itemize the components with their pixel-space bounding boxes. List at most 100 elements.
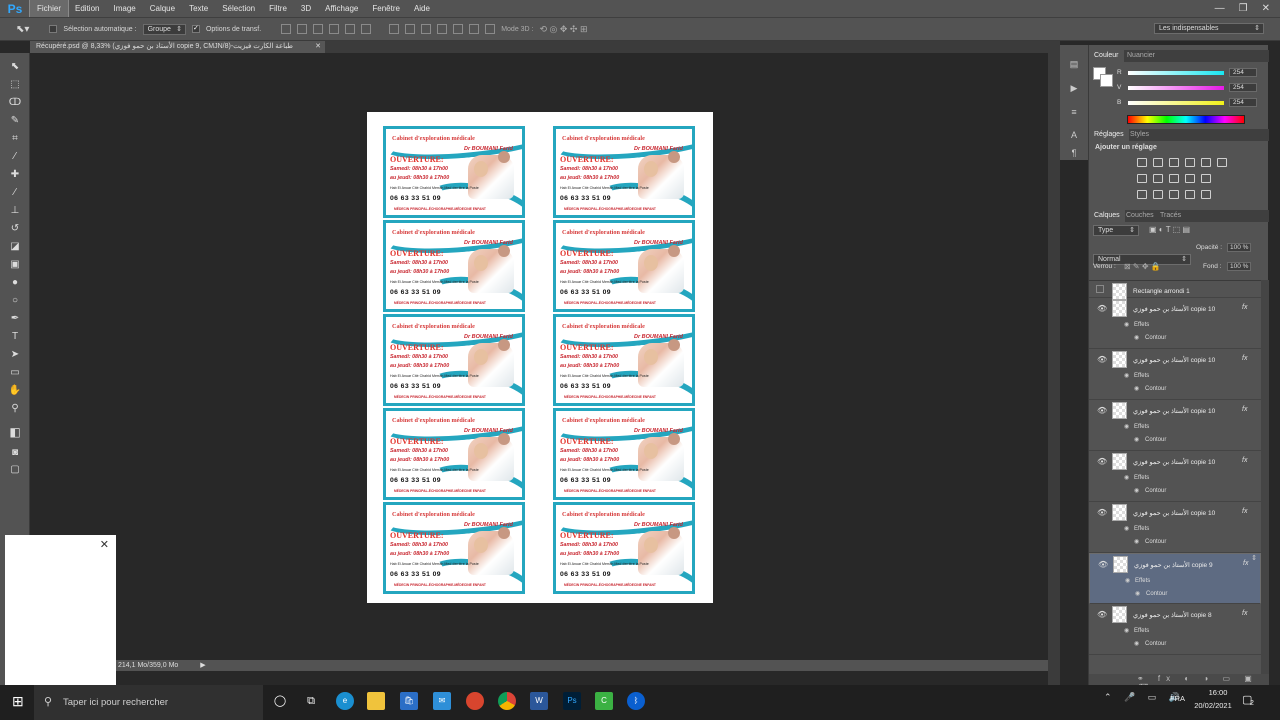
file-explorer-icon[interactable] <box>367 692 385 710</box>
quick-mask-icon[interactable]: ◙ <box>8 446 22 460</box>
canvas-scrollbar[interactable] <box>1048 53 1060 685</box>
tab-color[interactable]: Couleur <box>1089 50 1124 62</box>
quick-select-tool-icon[interactable]: ✎ <box>8 114 22 128</box>
eye-icon[interactable]: 👁 <box>1097 610 1107 619</box>
distribute-middle-icon[interactable] <box>405 24 416 34</box>
blur-tool-icon[interactable]: ● <box>8 276 22 290</box>
opacity-input[interactable]: 100 % <box>1227 243 1251 252</box>
tab-channels[interactable]: Couches <box>1121 210 1159 222</box>
eraser-tool-icon[interactable]: ◪ <box>8 240 22 254</box>
menu-item-0[interactable]: Fichier <box>28 0 70 18</box>
language-indicator[interactable]: FRA <box>1170 694 1185 703</box>
align-right-icon[interactable] <box>361 24 372 34</box>
vibrance-adjustment-icon[interactable] <box>1201 158 1211 167</box>
layer-filter-dropdown[interactable]: Type <box>1093 225 1139 236</box>
layer-row[interactable]: 👁 الأستاذ بن حمو فوزي copie 10 fx ◉ Effets ◉ C… <box>1089 502 1261 553</box>
fx-icon[interactable]: fx <box>1242 508 1247 515</box>
menu-item-5[interactable]: Sélection <box>215 0 262 17</box>
posterize-adjustment-icon[interactable] <box>1153 190 1163 199</box>
lasso-tool-icon[interactable]: ↀ <box>8 96 22 110</box>
effects-eye-icon[interactable]: ◉ <box>1124 372 1129 379</box>
healing-tool-icon[interactable]: ✚ <box>8 168 22 182</box>
crop-tool-icon[interactable]: ⌗ <box>8 132 22 146</box>
bluetooth-icon[interactable]: ᛒ <box>627 692 645 710</box>
stroke-eye-icon[interactable]: ◉ <box>1134 385 1139 392</box>
clock-time[interactable]: 16:00 <box>1203 688 1233 697</box>
tab-adjustments[interactable]: Réglages <box>1089 129 1129 141</box>
actions-icon[interactable]: ▶ <box>1068 83 1080 95</box>
popup-close-icon[interactable]: ✕ <box>100 538 109 551</box>
layer-row[interactable]: 👁 الأستاذ بن حمو فوزي copie 10 fx ◉ Effets ◉ C… <box>1089 298 1261 349</box>
eye-icon[interactable]: 👁 <box>1097 457 1107 466</box>
layer-row[interactable]: 👁 الأستاذ بن حمو فوزي copie 10 fx ◉ Effets ◉ C… <box>1089 349 1261 400</box>
stroke-eye-icon[interactable]: ◉ <box>1134 436 1139 443</box>
invert-adjustment-icon[interactable] <box>1137 190 1147 199</box>
channel-value[interactable]: 254 <box>1229 98 1257 107</box>
edge-browser-icon[interactable]: e <box>336 692 354 710</box>
close-button[interactable]: ✕ <box>1262 3 1270 14</box>
effects-eye-icon[interactable]: ◉ <box>1124 423 1129 430</box>
history-icon[interactable]: ▤ <box>1068 59 1080 71</box>
menu-item-1[interactable]: Edition <box>68 0 106 17</box>
rotate-3d-icon[interactable]: ⟲ ◎ ✥ ✣ ⊞ <box>540 24 588 35</box>
minimize-button[interactable]: — <box>1215 3 1225 14</box>
effects-eye-icon[interactable]: ◉ <box>1125 577 1130 584</box>
auto-select-checkbox[interactable] <box>49 25 58 33</box>
document-tab[interactable]: Récupéré.psd @ 8,33% (الأستاذ بن حمو فوز… <box>30 41 325 53</box>
transform-checkbox[interactable]: ✓ <box>191 25 200 33</box>
move-tool-icon[interactable]: ⬉ <box>8 60 22 74</box>
distribute-bottom-icon[interactable] <box>421 24 432 34</box>
distribute-left-icon[interactable] <box>437 24 448 34</box>
chrome-icon[interactable] <box>498 692 516 710</box>
maximize-button[interactable]: ❐ <box>1239 3 1248 14</box>
properties-icon[interactable]: ≡ <box>1068 107 1080 119</box>
fx-icon[interactable]: fx <box>1242 406 1247 413</box>
color-swatches-icon[interactable]: ◧ <box>8 425 22 439</box>
photoshop-icon[interactable]: Ps <box>563 692 581 710</box>
channel-mixer-adjustment-icon[interactable] <box>1185 174 1195 183</box>
gradient-tool-icon[interactable]: ▣ <box>8 258 22 272</box>
align-left-icon[interactable] <box>329 24 340 34</box>
menu-item-6[interactable]: Filtre <box>262 0 294 17</box>
marquee-tool-icon[interactable]: ⬚ <box>8 78 22 92</box>
align-bottom-icon[interactable] <box>313 24 324 34</box>
background-color-swatch[interactable] <box>1100 74 1113 87</box>
menu-item-3[interactable]: Calque <box>143 0 182 17</box>
stamp-tool-icon[interactable]: ⊥ <box>8 204 22 218</box>
menu-item-2[interactable]: Image <box>106 0 142 17</box>
effects-eye-icon[interactable]: ◉ <box>1124 627 1129 634</box>
tab-layers[interactable]: Calques <box>1089 210 1125 222</box>
distribute-center-icon[interactable] <box>453 24 464 34</box>
widgets-icon[interactable]: ⧉ <box>302 692 320 710</box>
channel-value[interactable]: 254 <box>1229 83 1257 92</box>
auto-align-icon[interactable] <box>485 24 496 34</box>
stroke-eye-icon[interactable]: ◉ <box>1135 590 1140 597</box>
channel-slider[interactable] <box>1128 86 1224 90</box>
eye-icon[interactable]: 👁 <box>1097 304 1107 313</box>
type-tool-icon[interactable]: T <box>8 330 22 344</box>
workspace-dropdown[interactable]: Les indispensables <box>1154 23 1264 34</box>
stroke-eye-icon[interactable]: ◉ <box>1134 538 1139 545</box>
gradient-map-adjustment-icon[interactable] <box>1201 190 1211 199</box>
layer-row[interactable]: 👁 الأستاذ بن حمو فوزي copie 10 fx ◉ Effets ◉ C… <box>1089 400 1261 451</box>
layer-row[interactable]: Rectangle arrondi 1 <box>1089 281 1261 300</box>
channel-slider[interactable] <box>1128 71 1224 75</box>
task-view-icon[interactable]: ◯ <box>271 692 289 710</box>
color-balance-adjustment-icon[interactable] <box>1137 174 1147 183</box>
menu-item-10[interactable]: Aide <box>407 0 437 17</box>
menu-item-7[interactable]: 3D <box>294 0 318 17</box>
selective-color-adjustment-icon[interactable] <box>1185 190 1195 199</box>
move-tool-icon[interactable]: ⬉▾ <box>16 24 29 35</box>
word-icon[interactable]: W <box>530 692 548 710</box>
channel-slider[interactable] <box>1128 101 1224 105</box>
effects-eye-icon[interactable]: ◉ <box>1124 525 1129 532</box>
eyedropper-tool-icon[interactable]: ⁄ <box>8 150 22 164</box>
menu-item-8[interactable]: Affichage <box>318 0 365 17</box>
fx-icon[interactable]: fx <box>1242 610 1247 617</box>
effects-eye-icon[interactable]: ◉ <box>1124 321 1129 328</box>
fx-icon[interactable]: fx <box>1243 560 1248 567</box>
hue-sat-adjustment-icon[interactable] <box>1217 158 1227 167</box>
clock-date[interactable]: 20/02/2021 <box>1193 701 1233 710</box>
recorder-icon[interactable] <box>466 692 484 710</box>
curves-adjustment-icon[interactable] <box>1169 158 1179 167</box>
